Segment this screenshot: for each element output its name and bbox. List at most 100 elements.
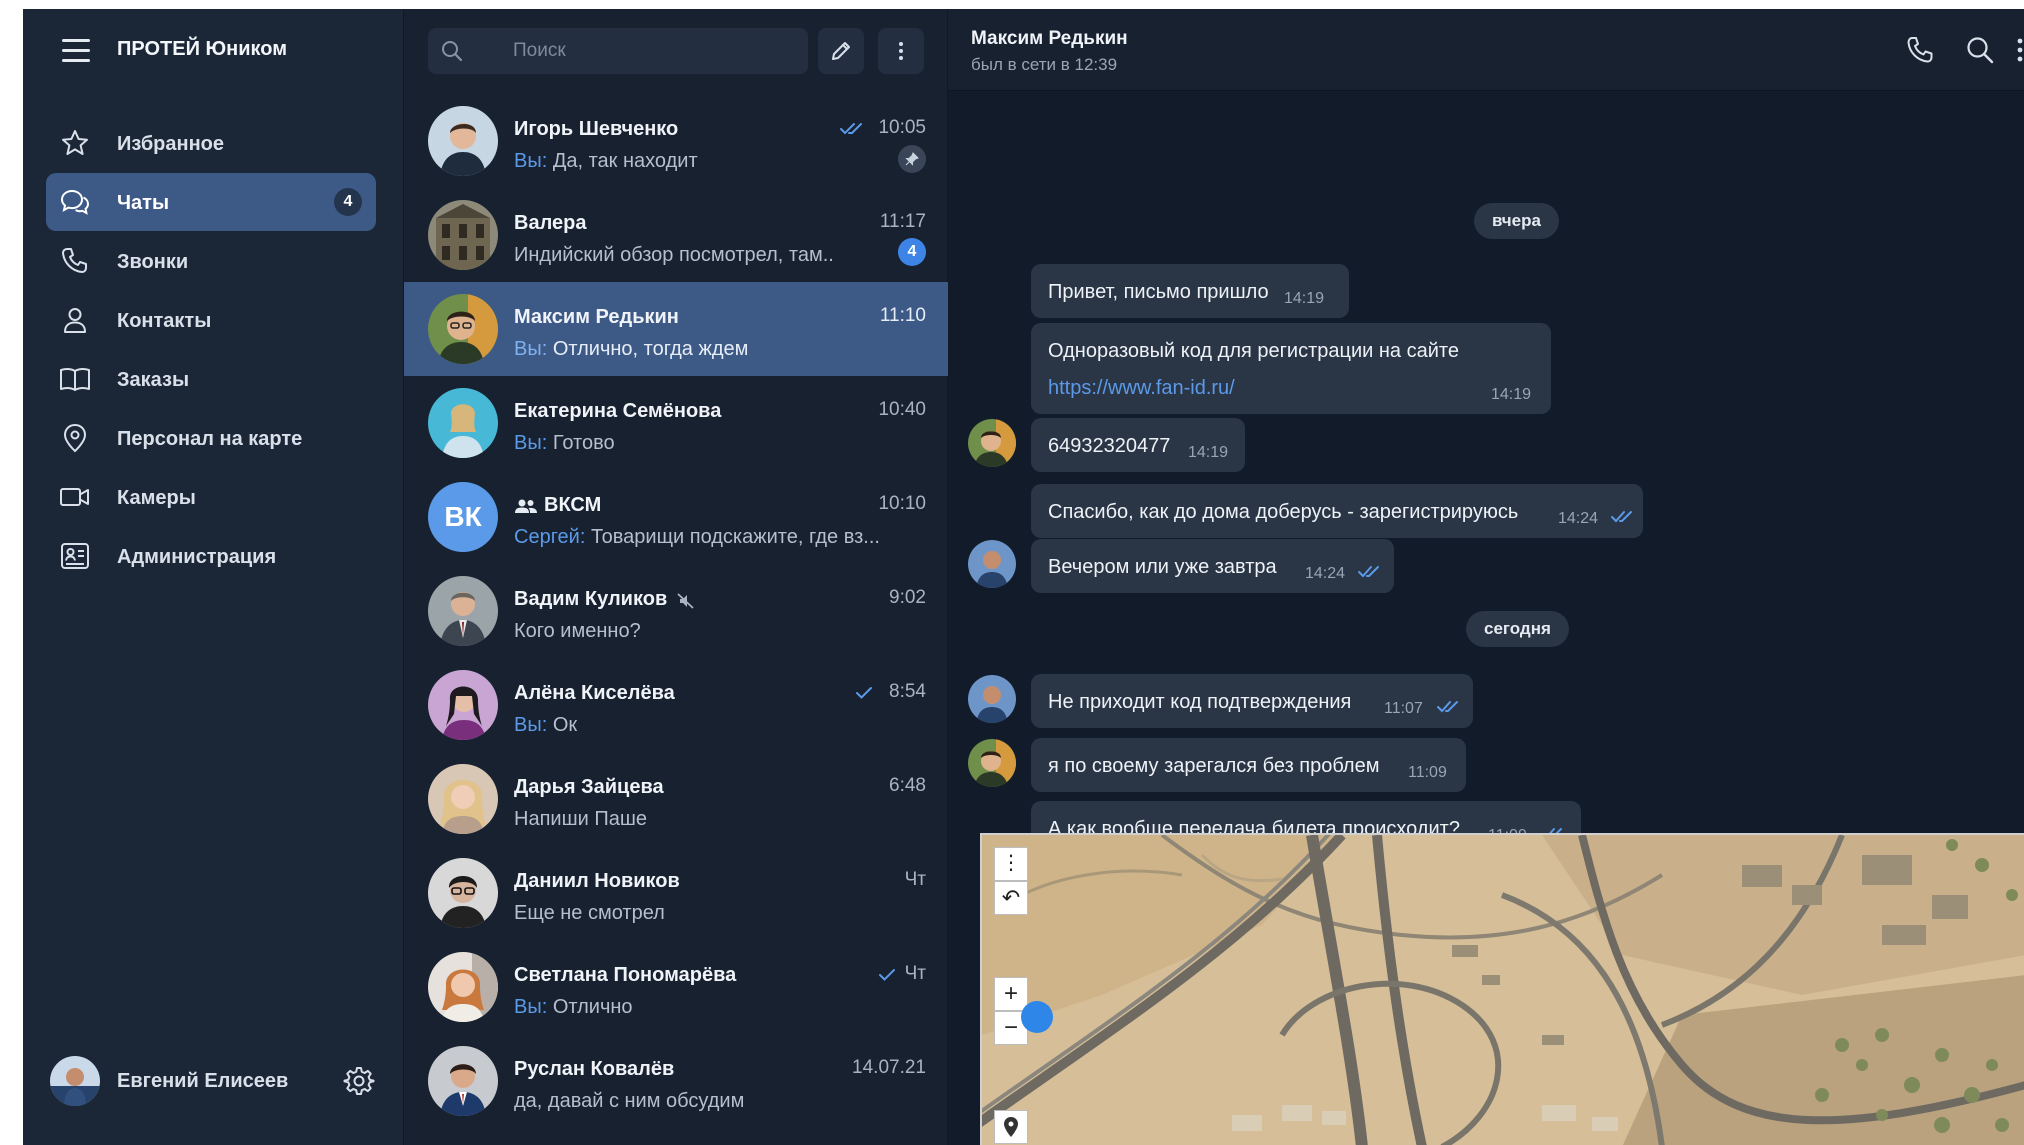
chat-row[interactable]: Екатерина Семёнова 10:40 Вы: Готово	[404, 376, 949, 470]
message-bubble[interactable]: Привет, письмо пришло 14:19	[1031, 264, 1349, 318]
double-check-icon	[1358, 566, 1379, 578]
sender-avatar	[968, 419, 1016, 467]
sidebar-item-chats[interactable]: Чаты 4	[46, 173, 376, 231]
more-vertical-icon	[899, 42, 903, 60]
chat-time: 9:02	[889, 587, 926, 608]
avatar	[428, 858, 498, 928]
sidebar-item-orders[interactable]: Заказы	[46, 350, 376, 408]
id-card-icon	[61, 543, 89, 569]
chat-time: 10:40	[878, 399, 926, 420]
avatar	[50, 1056, 100, 1106]
chat-preview: Вы: Готово	[514, 432, 615, 454]
message-bubble[interactable]: Вечером или уже завтра 14:24	[1031, 539, 1394, 593]
map-widget[interactable]: ⋮ ↶ + −	[980, 833, 2024, 1145]
chat-time: 6:48	[889, 775, 926, 796]
conversation-title[interactable]: Максим Редькин	[971, 28, 1128, 50]
chat-preview: Сергей: Товарищи подскажите, где вз...	[514, 526, 880, 548]
sidebar-item-label: Чаты	[117, 192, 170, 214]
chat-row[interactable]: Вадим Куликов 9:02 Кого именно?	[404, 564, 949, 658]
sidebar-item-calls[interactable]: Звонки	[46, 232, 376, 290]
current-user[interactable]: Евгений Елисеев	[23, 1051, 403, 1121]
sidebar-item-staff-map[interactable]: Персонал на карте	[46, 409, 376, 467]
chat-name: Светлана Пономарёва	[514, 964, 737, 986]
menu-icon[interactable]	[62, 39, 90, 63]
more-vertical-icon[interactable]	[2004, 34, 2024, 66]
chat-row[interactable]: Дарья Зайцева 6:48 Напиши Паше	[404, 752, 949, 846]
current-user-name: Евгений Елисеев	[117, 1070, 289, 1092]
sidebar-item-label: Избранное	[117, 133, 225, 155]
chat-time: Чт	[904, 869, 926, 890]
sidebar-item-cameras[interactable]: Камеры	[46, 468, 376, 526]
check-icon	[879, 969, 895, 981]
user-location-marker[interactable]	[1019, 995, 1055, 1039]
message-text: Спасибо, как до дома доберусь - зарегист…	[1048, 501, 1519, 523]
chat-row[interactable]: Руслан Ковалёв 14.07.21 да, давай с ним …	[404, 1034, 949, 1128]
avatar	[428, 764, 498, 834]
message-time: 14:19	[1284, 290, 1325, 307]
chat-list-toolbar	[404, 9, 949, 89]
sidebar-item-label: Заказы	[117, 369, 190, 391]
chat-row-active[interactable]: Максим Редькин 11:10 Вы: Отлично, тогда …	[404, 282, 949, 376]
sidebar-item-favorites[interactable]: Избранное	[46, 114, 376, 172]
sidebar-item-administration[interactable]: Администрация	[46, 527, 376, 585]
chats-icon	[60, 189, 90, 215]
chat-row[interactable]: Валера 11:17 Индийский обзор посмотрел, …	[404, 188, 949, 282]
message-time: 11:07	[1384, 700, 1423, 717]
message-bubble[interactable]: 64932320477 14:19	[1031, 418, 1245, 472]
search-box[interactable]	[428, 28, 808, 74]
map-pin-icon	[63, 423, 87, 453]
chat-name: Игорь Шевченко	[514, 118, 679, 140]
map-pin-icon	[1004, 1117, 1018, 1137]
sidebar-item-label: Администрация	[117, 546, 277, 568]
map-back-button[interactable]: ↶	[994, 881, 1028, 915]
gear-icon[interactable]	[343, 1065, 375, 1097]
chat-preview: Вы: Да, так находит	[514, 150, 698, 172]
date-separator: сегодня	[1466, 611, 1569, 647]
person-icon	[64, 308, 86, 333]
camera-icon	[60, 488, 89, 506]
message-text: я по своему зарегался без проблем	[1048, 755, 1380, 777]
chat-time: 11:17	[879, 211, 926, 232]
chat-time: 10:10	[878, 493, 926, 514]
map-more-button[interactable]: ⋮	[994, 847, 1028, 881]
chat-row[interactable]: Игорь Шевченко 10:05 Вы: Да, так находит	[404, 94, 949, 188]
message-bubble[interactable]: Одноразовый код для регистрации на сайте…	[1031, 323, 1551, 414]
chat-list-more-button[interactable]	[878, 28, 924, 74]
sender-avatar	[968, 739, 1016, 787]
phone-icon[interactable]	[1904, 34, 1936, 66]
message-bubble[interactable]: Спасибо, как до дома доберусь - зарегист…	[1031, 484, 1643, 538]
search-icon	[442, 41, 463, 62]
chat-preview: Вы: Отлично	[514, 996, 633, 1018]
chat-preview: Напиши Паше	[514, 808, 648, 830]
chat-time: 8:54	[889, 681, 926, 702]
sidebar-item-contacts[interactable]: Контакты	[46, 291, 376, 349]
chat-name: Вадим Куликов	[514, 588, 668, 610]
sidebar: ПРОТЕЙ Юником Избранное Чаты 4 Звонки Ко…	[23, 9, 403, 1145]
message-time: 14:19	[1491, 386, 1532, 403]
compose-button[interactable]	[818, 28, 864, 74]
phone-icon	[62, 248, 87, 273]
chat-row[interactable]: Светлана Пономарёва Чт Вы: Отлично	[404, 940, 949, 1034]
sender-avatar	[968, 540, 1016, 588]
chat-time: 11:10	[879, 305, 926, 326]
double-check-icon	[1611, 511, 1632, 523]
chat-preview: Индийский обзор посмотрел, там..	[514, 244, 834, 266]
avatar	[428, 106, 498, 176]
message-link[interactable]: https://www.fan-id.ru/	[1048, 377, 1235, 400]
chat-name: Валера	[514, 212, 587, 234]
message-bubble[interactable]: я по своему зарегался без проблем 11:09	[1031, 738, 1466, 792]
message-bubble[interactable]: Не приходит код подтверждения 11:07	[1031, 674, 1473, 728]
chat-row[interactable]: ВК ВКСМ 10:10 Сергей: Товарищи подскажит…	[404, 470, 949, 564]
chat-row[interactable]: Алёна Киселёва 8:54 Вы: Ок	[404, 658, 949, 752]
location-pin-button[interactable]	[994, 1110, 1028, 1144]
avatar	[428, 576, 498, 646]
avatar	[428, 1046, 498, 1116]
book-icon	[60, 367, 90, 391]
search-icon[interactable]	[1964, 34, 1996, 66]
satellite-map[interactable]	[982, 835, 2024, 1145]
sidebar-item-label: Контакты	[117, 310, 212, 332]
avatar	[428, 294, 498, 364]
avatar	[428, 670, 498, 740]
search-input[interactable]	[513, 28, 793, 74]
chat-row[interactable]: Даниил Новиков Чт Еще не смотрел	[404, 846, 949, 940]
